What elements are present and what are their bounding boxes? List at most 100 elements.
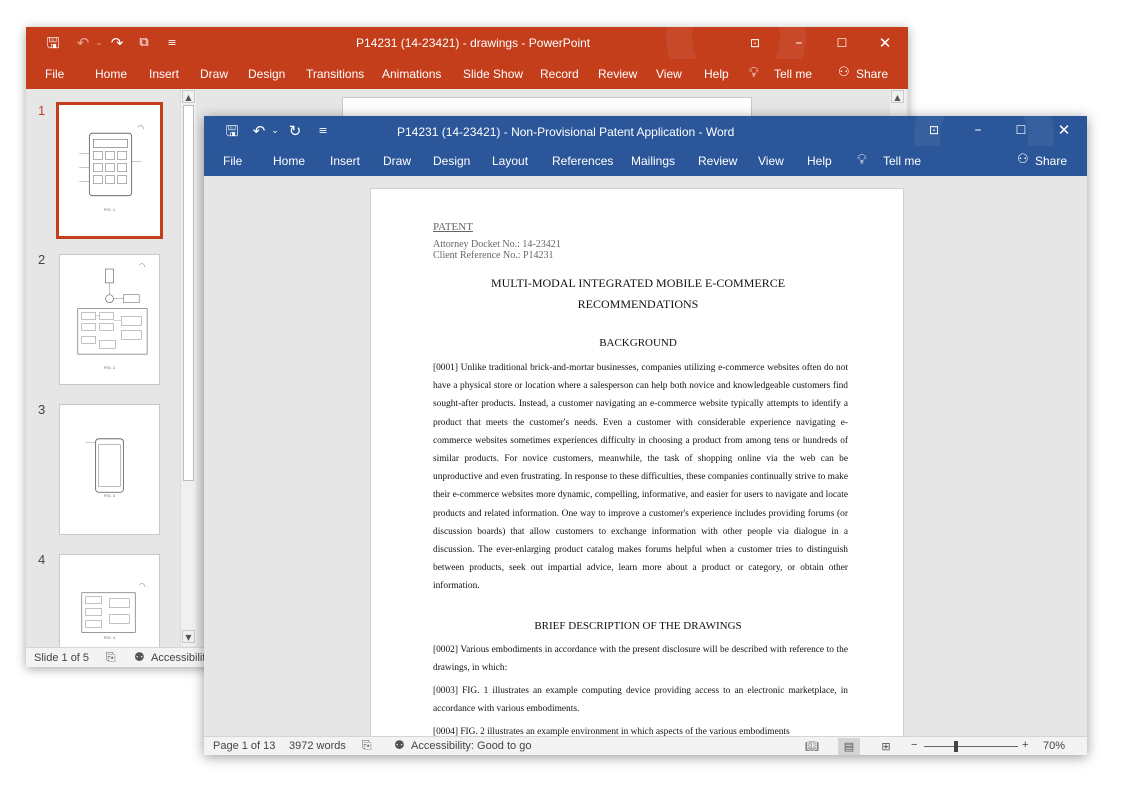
slide-caption: FIG. 2: [103, 365, 116, 370]
slide-number: 4: [38, 552, 46, 567]
undo-dropdown-icon[interactable]: ⌄: [90, 34, 108, 52]
tell-me-search[interactable]: Tell me: [883, 154, 921, 168]
minimize-icon[interactable]: –: [788, 32, 810, 54]
tab-design[interactable]: Design: [248, 67, 285, 81]
zoom-level[interactable]: 70%: [1043, 740, 1065, 752]
window-title: P14231 (14-23421) - drawings - PowerPoin…: [356, 36, 591, 50]
tab-animations[interactable]: Animations: [382, 67, 441, 81]
undo-dropdown-icon[interactable]: ⌄: [266, 122, 284, 140]
tab-mailings[interactable]: Mailings: [631, 154, 675, 168]
tab-home[interactable]: Home: [273, 154, 305, 168]
tab-layout[interactable]: Layout: [492, 154, 528, 168]
tab-references[interactable]: References: [552, 154, 613, 168]
share-button[interactable]: Share: [856, 67, 888, 81]
customize-qat-icon[interactable]: ≡: [163, 34, 181, 52]
slide-caption: FIG. 3: [103, 493, 116, 498]
tab-review[interactable]: Review: [698, 154, 737, 168]
share-button[interactable]: Share: [1035, 154, 1067, 168]
tab-transitions[interactable]: Transitions: [306, 67, 364, 81]
scroll-up-icon[interactable]: ▲: [891, 90, 904, 103]
zoom-slider-thumb[interactable]: [954, 741, 958, 752]
slide-number: 3: [38, 402, 46, 417]
accessibility-icon[interactable]: ⚉: [394, 738, 405, 752]
tab-view[interactable]: View: [758, 154, 784, 168]
tab-help[interactable]: Help: [704, 67, 729, 81]
word-statusbar: Page 1 of 13 3972 words ⎘ ⚉ Accessibilit…: [204, 736, 1087, 755]
redo-icon[interactable]: ↻: [286, 122, 304, 140]
tab-slide-show[interactable]: Slide Show: [463, 67, 523, 81]
minimize-icon[interactable]: –: [967, 119, 989, 141]
attorney-docket: Attorney Docket No.: 14-23421: [433, 239, 561, 250]
tell-me-search[interactable]: Tell me: [774, 67, 812, 81]
maximize-icon[interactable]: ☐: [1010, 119, 1032, 141]
document-title-line-1: MULTI-MODAL INTEGRATED MOBILE E-COMMERCE: [490, 276, 786, 290]
fig-1-drawing: [79, 125, 145, 197]
slide-number: 1: [38, 103, 46, 118]
document-title-line-2: RECOMMENDATIONS: [577, 297, 699, 311]
close-icon[interactable]: ✕: [1053, 119, 1075, 141]
tab-file[interactable]: File: [45, 67, 64, 81]
slide-number: 2: [38, 252, 46, 267]
ribbon-display-icon[interactable]: ⊡: [744, 32, 766, 54]
tab-draw[interactable]: Draw: [200, 67, 228, 81]
zoom-out-button[interactable]: −: [911, 739, 917, 751]
scroll-down-icon[interactable]: ▼: [182, 630, 195, 643]
powerpoint-ribbon-tabs: File Home Insert Draw Design Transitions…: [26, 59, 908, 89]
tab-insert[interactable]: Insert: [149, 67, 179, 81]
tab-view[interactable]: View: [656, 67, 682, 81]
client-reference: Client Reference No.: P14231: [433, 250, 554, 261]
tab-file[interactable]: File: [223, 154, 242, 168]
accessibility-status[interactable]: Accessibilit: [151, 652, 205, 664]
proofing-icon[interactable]: ⎘: [362, 738, 372, 753]
tab-help[interactable]: Help: [807, 154, 832, 168]
accessibility-status[interactable]: Accessibility: Good to go: [411, 740, 531, 752]
scroll-thumb[interactable]: [183, 105, 194, 481]
slide-caption: FIG. 4: [103, 635, 116, 640]
word-count[interactable]: 3972 words: [289, 740, 346, 752]
word-titlebar: 🖫 ↶ ⌄ ↻ ≡ P14231 (14-23421) - Non-Provis…: [204, 116, 1087, 206]
section-heading-background: BACKGROUND: [599, 337, 677, 349]
web-layout-icon[interactable]: ⊞: [875, 738, 897, 755]
tab-draw[interactable]: Draw: [383, 154, 411, 168]
print-layout-icon[interactable]: ▤: [838, 738, 860, 755]
tab-insert[interactable]: Insert: [330, 154, 360, 168]
word-window[interactable]: 🖫 ↶ ⌄ ↻ ≡ P14231 (14-23421) - Non-Provis…: [204, 116, 1087, 755]
tab-design[interactable]: Design: [433, 154, 470, 168]
start-slideshow-icon[interactable]: ⧉: [135, 34, 153, 52]
powerpoint-titlebar: 🖫 ↶ ⌄ ↷ ⧉ ≡ P14231 (14-23421) - drawings…: [26, 27, 908, 107]
zoom-slider-track[interactable]: [924, 746, 1018, 747]
page-counter[interactable]: Page 1 of 13: [213, 740, 275, 752]
document-page[interactable]: PATENT Attorney Docket No.: 14-23421 Cli…: [370, 188, 904, 748]
paragraph-0003: [0003] FIG. 1 illustrates an example com…: [433, 686, 848, 715]
spelling-check-icon[interactable]: ⎘: [106, 650, 116, 665]
paragraph-0002: [0002] Various embodiments in accordance…: [433, 645, 848, 674]
fig-3-drawing: [85, 438, 124, 493]
document-area[interactable]: PATENT Attorney Docket No.: 14-23421 Cli…: [204, 176, 1087, 748]
paragraph-0001: [0001] Unlike traditional brick-and-mort…: [433, 363, 848, 592]
scroll-up-icon[interactable]: ▲: [182, 90, 195, 103]
slide-caption: FIG. 1: [103, 207, 116, 212]
tab-home[interactable]: Home: [95, 67, 127, 81]
share-person-icon: ⚇: [1017, 152, 1029, 167]
tab-record[interactable]: Record: [540, 67, 579, 81]
slide-thumbnail-2[interactable]: FIG. 2: [59, 254, 160, 385]
lightbulb-icon: 💡︎: [749, 65, 759, 81]
close-icon[interactable]: ✕: [874, 32, 896, 54]
slide-thumbnail-3[interactable]: FIG. 3: [59, 404, 160, 535]
ribbon-display-icon[interactable]: ⊡: [923, 119, 945, 141]
accessibility-icon[interactable]: ⚉: [134, 650, 145, 664]
save-icon[interactable]: 🖫: [223, 122, 241, 140]
slide-thumbnail-pane[interactable]: 1 FIG. 1 2 FIG. 2 3 FIG. 3 4 FIG. 4 ▲ ▼: [26, 89, 198, 667]
zoom-in-button[interactable]: +: [1022, 739, 1028, 751]
section-heading-drawings: BRIEF DESCRIPTION OF THE DRAWINGS: [534, 620, 742, 632]
share-person-icon: ⚇: [838, 65, 850, 80]
maximize-icon[interactable]: ☐: [831, 32, 853, 54]
read-mode-icon[interactable]: 📖︎: [801, 738, 823, 755]
tab-review[interactable]: Review: [598, 67, 637, 81]
slide-counter: Slide 1 of 5: [34, 652, 90, 664]
slide-thumbnail-1[interactable]: FIG. 1: [56, 102, 163, 239]
thumbnail-scrollbar[interactable]: ▲ ▼: [180, 89, 196, 646]
redo-icon[interactable]: ↷: [108, 34, 126, 52]
save-icon[interactable]: 🖫: [44, 34, 62, 52]
customize-qat-icon[interactable]: ≡: [314, 122, 332, 140]
